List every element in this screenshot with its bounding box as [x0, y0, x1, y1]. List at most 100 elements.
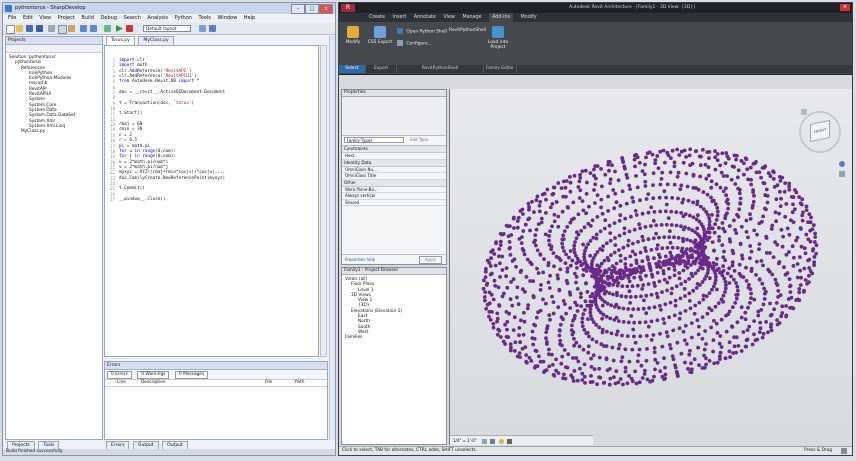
configure-button[interactable]: Configure...: [397, 40, 447, 47]
menu-help[interactable]: Help: [244, 15, 255, 21]
shadows-icon[interactable]: [506, 438, 512, 444]
prop-group-identity[interactable]: Identity Data: [342, 159, 446, 167]
view-scale[interactable]: 1/4" = 1'-0": [453, 438, 477, 443]
editor-vscroll[interactable]: [320, 45, 327, 357]
family-types-dropdown[interactable]: Family Types: [344, 137, 404, 143]
run-icon[interactable]: [116, 25, 123, 32]
copy-icon[interactable]: [58, 25, 67, 34]
reference-point: [777, 211, 781, 216]
find-icon[interactable]: [199, 25, 206, 32]
open-folder-icon[interactable]: [16, 25, 23, 32]
ribbon-group-select[interactable]: Select: [339, 65, 366, 73]
revitpythonshell-button[interactable]: RevitPythonShell: [449, 28, 486, 33]
edit-type-button[interactable]: Edit Type: [410, 137, 428, 143]
maximize-button[interactable]: □: [305, 4, 319, 14]
reference-point: [568, 220, 573, 225]
stop-icon[interactable]: [126, 25, 133, 32]
reference-point: [677, 271, 682, 275]
ribbon-tab-create[interactable]: Create: [369, 13, 385, 22]
close-button[interactable]: ×: [319, 4, 333, 14]
reference-point: [574, 280, 578, 285]
modify-button[interactable]: Modify: [342, 26, 364, 45]
menu-debug[interactable]: Debug: [101, 15, 117, 21]
menu-search[interactable]: Search: [124, 15, 141, 21]
reference-point: [488, 264, 493, 268]
ribbon-tab-annotate[interactable]: Annotate: [414, 13, 436, 22]
ribbon-tab-manage[interactable]: Manage: [462, 13, 481, 22]
press-drag-option[interactable]: Press & Drag: [804, 447, 832, 455]
reference-point: [731, 351, 735, 355]
col-path[interactable]: Path: [295, 380, 304, 386]
reference-point: [507, 240, 512, 244]
menu-build[interactable]: Build: [81, 15, 94, 21]
ribbon-tab-modify[interactable]: Modify: [521, 13, 537, 22]
menu-window[interactable]: Window: [217, 15, 237, 21]
nav-wheel-icon[interactable]: [839, 161, 845, 167]
menu-edit[interactable]: Edit: [23, 15, 33, 21]
revit-app-button[interactable]: R: [341, 4, 355, 12]
revit-close-button[interactable]: ×: [840, 4, 850, 11]
apply-button[interactable]: Apply: [418, 256, 442, 264]
code-editor[interactable]: 1 2 3 4 5 6 7 8 9 10 11 12 13 14 15 16 17 18 19 20 21 22 23 24 2…: [104, 45, 319, 357]
col-file[interactable]: File: [265, 380, 272, 386]
cut-icon[interactable]: [48, 25, 55, 32]
filter-icon[interactable]: [841, 448, 847, 454]
ribbon-tab-insert[interactable]: Insert: [393, 13, 407, 22]
tab-myclass-py[interactable]: MyClass.py: [138, 36, 174, 45]
new-file-icon[interactable]: [6, 25, 15, 34]
paste-icon[interactable]: [68, 25, 75, 32]
reference-point: [565, 269, 570, 274]
menu-tools[interactable]: Tools: [199, 15, 211, 21]
undo-icon[interactable]: [80, 25, 87, 32]
tab-torus-py[interactable]: Torus.py: [106, 36, 135, 45]
ribbon-tab-addins[interactable]: Add-Ins: [489, 13, 514, 22]
home-icon[interactable]: [801, 109, 807, 115]
detail-level-icon[interactable]: [481, 438, 487, 444]
css-export-button[interactable]: CSS Export: [367, 26, 393, 45]
reference-point: [620, 355, 625, 360]
reference-point: [718, 350, 723, 355]
code-line: doc.FamilyCreate.NewReferencePoint(myxyz…: [119, 175, 226, 181]
errors-filter[interactable]: 0 Errors: [107, 371, 132, 379]
prop-group-constraints[interactable]: Constraints: [342, 146, 446, 153]
save-all-icon[interactable]: [36, 25, 43, 32]
col-line[interactable]: Line: [117, 380, 126, 386]
layout-select[interactable]: Default layout: [143, 25, 191, 32]
properties-help-link[interactable]: Properties help: [345, 257, 375, 262]
col-description[interactable]: Description: [141, 380, 165, 386]
redo-icon[interactable]: [90, 25, 97, 32]
bookmark-icon[interactable]: [209, 25, 216, 32]
reference-point: [668, 240, 673, 245]
ribbon-tab-view[interactable]: View: [443, 13, 454, 22]
reference-point: [580, 324, 585, 328]
messages-filter[interactable]: 0 Messages: [175, 371, 209, 379]
tree-item-file[interactable]: MyClass.py: [6, 129, 102, 134]
reference-point: [632, 227, 637, 232]
viewcube[interactable]: FRONT: [799, 111, 841, 153]
zoom-icon[interactable]: [839, 171, 845, 177]
reference-point: [717, 238, 721, 243]
menu-analysis[interactable]: Analysis: [147, 15, 168, 21]
reference-point: [572, 216, 576, 221]
menu-file[interactable]: File: [8, 15, 16, 21]
minimize-button[interactable]: –: [291, 4, 305, 14]
reference-point: [482, 295, 487, 299]
menu-project[interactable]: Project: [58, 15, 75, 21]
browser-item-families[interactable]: Families: [342, 335, 446, 340]
sun-path-icon[interactable]: [498, 438, 504, 444]
open-python-shell-button[interactable]: Open Python Shell: [397, 28, 447, 35]
menu-python[interactable]: Python: [175, 15, 192, 21]
reference-point: [730, 263, 735, 268]
reference-point: [551, 300, 556, 304]
menu-view[interactable]: View: [39, 15, 51, 21]
viewcube-face[interactable]: FRONT: [810, 119, 830, 143]
save-icon[interactable]: [26, 25, 33, 32]
reference-point: [774, 281, 779, 286]
warnings-filter[interactable]: 0 Warnings: [137, 371, 170, 379]
3d-viewport[interactable]: FRONT 1/4" = 1'-0": [449, 89, 852, 445]
visual-style-icon[interactable]: [490, 438, 496, 444]
prop-group-other[interactable]: Other: [342, 179, 446, 187]
build-icon[interactable]: [104, 25, 111, 32]
reference-point: [672, 160, 677, 165]
load-into-project-button[interactable]: Load into Project: [484, 26, 512, 50]
